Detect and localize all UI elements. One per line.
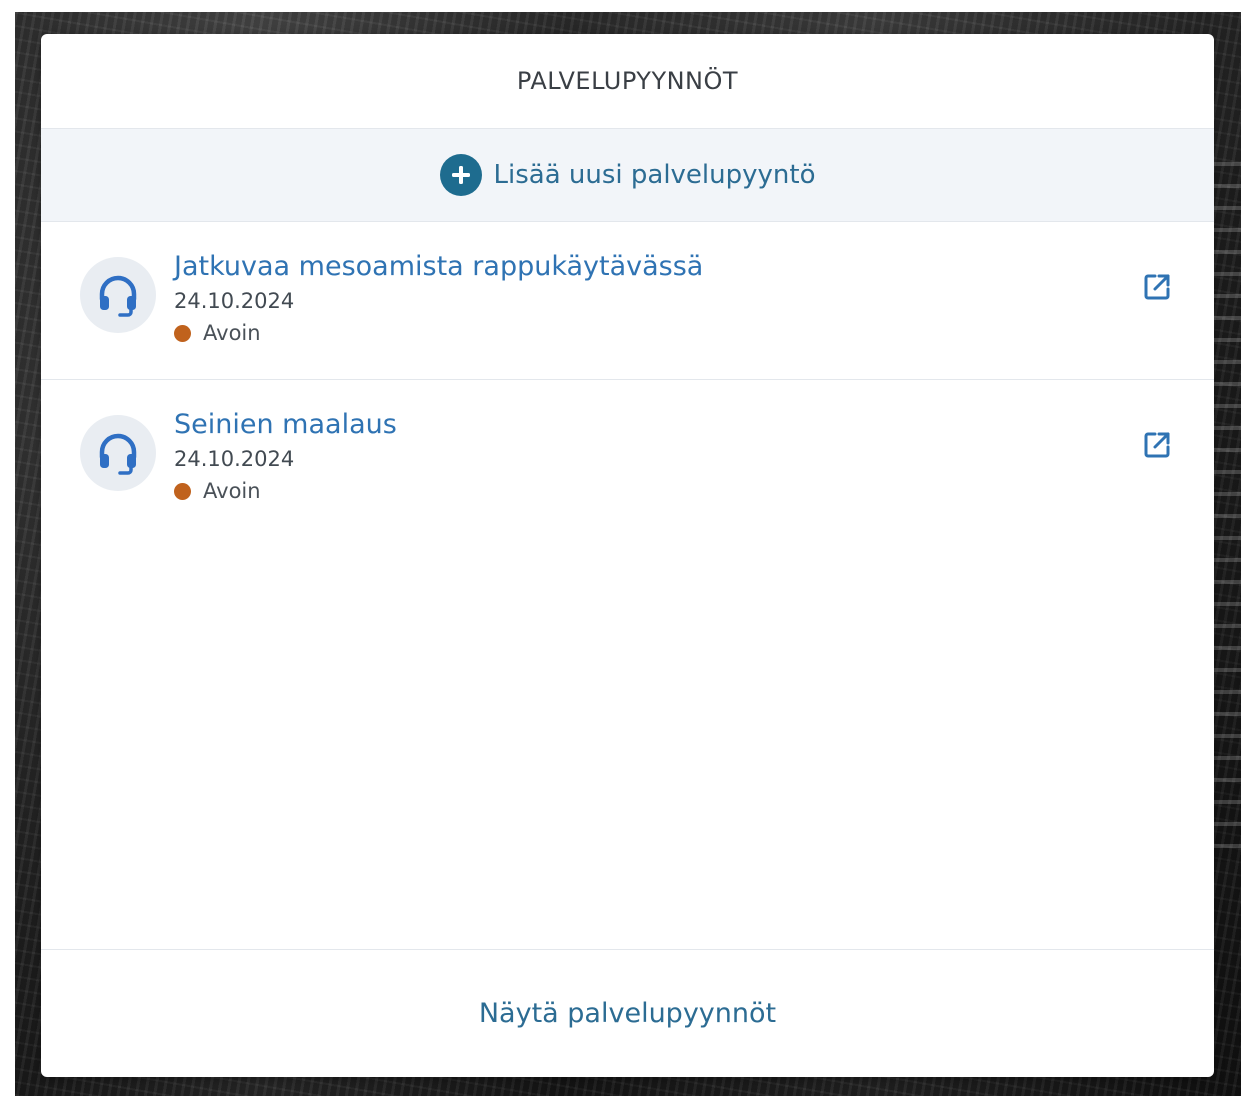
- status-text: Avoin: [203, 479, 261, 503]
- open-external-icon[interactable]: [1140, 270, 1174, 304]
- show-service-requests-link[interactable]: Näytä palvelupyynnöt: [479, 998, 776, 1029]
- service-request-item: Seinien maalaus 24.10.2024 Avoin: [41, 380, 1214, 537]
- status-dot-icon: [174, 482, 191, 500]
- headset-icon: [80, 415, 156, 491]
- panel-footer: Näytä palvelupyynnöt: [41, 949, 1214, 1077]
- headset-icon: [80, 257, 156, 333]
- panel-header: PALVELUPYYNNÖT: [41, 34, 1214, 129]
- status-text: Avoin: [203, 321, 261, 345]
- service-requests-panel: PALVELUPYYNNÖT Lisää uusi palvelupyyntö …: [41, 34, 1214, 1077]
- status-badge: Avoin: [174, 318, 703, 348]
- service-request-date: 24.10.2024: [174, 289, 295, 313]
- service-request-details: Jatkuvaa mesoamista rappukäytävässä 24.1…: [174, 250, 703, 348]
- open-external-icon[interactable]: [1140, 428, 1174, 462]
- add-service-request-button[interactable]: Lisää uusi palvelupyyntö: [41, 129, 1214, 222]
- status-dot-icon: [174, 324, 191, 342]
- service-request-details: Seinien maalaus 24.10.2024 Avoin: [174, 408, 397, 506]
- status-badge: Avoin: [174, 476, 397, 506]
- service-request-title[interactable]: Jatkuvaa mesoamista rappukäytävässä: [174, 250, 703, 284]
- panel-title: PALVELUPYYNNÖT: [516, 67, 739, 95]
- add-service-request-label: Lisää uusi palvelupyyntö: [493, 160, 816, 190]
- plus-circle-icon: [439, 154, 482, 196]
- service-request-title[interactable]: Seinien maalaus: [174, 408, 397, 442]
- service-request-date: 24.10.2024: [174, 447, 295, 471]
- service-request-item: Jatkuvaa mesoamista rappukäytävässä 24.1…: [41, 222, 1214, 380]
- service-request-list: Jatkuvaa mesoamista rappukäytävässä 24.1…: [41, 222, 1214, 537]
